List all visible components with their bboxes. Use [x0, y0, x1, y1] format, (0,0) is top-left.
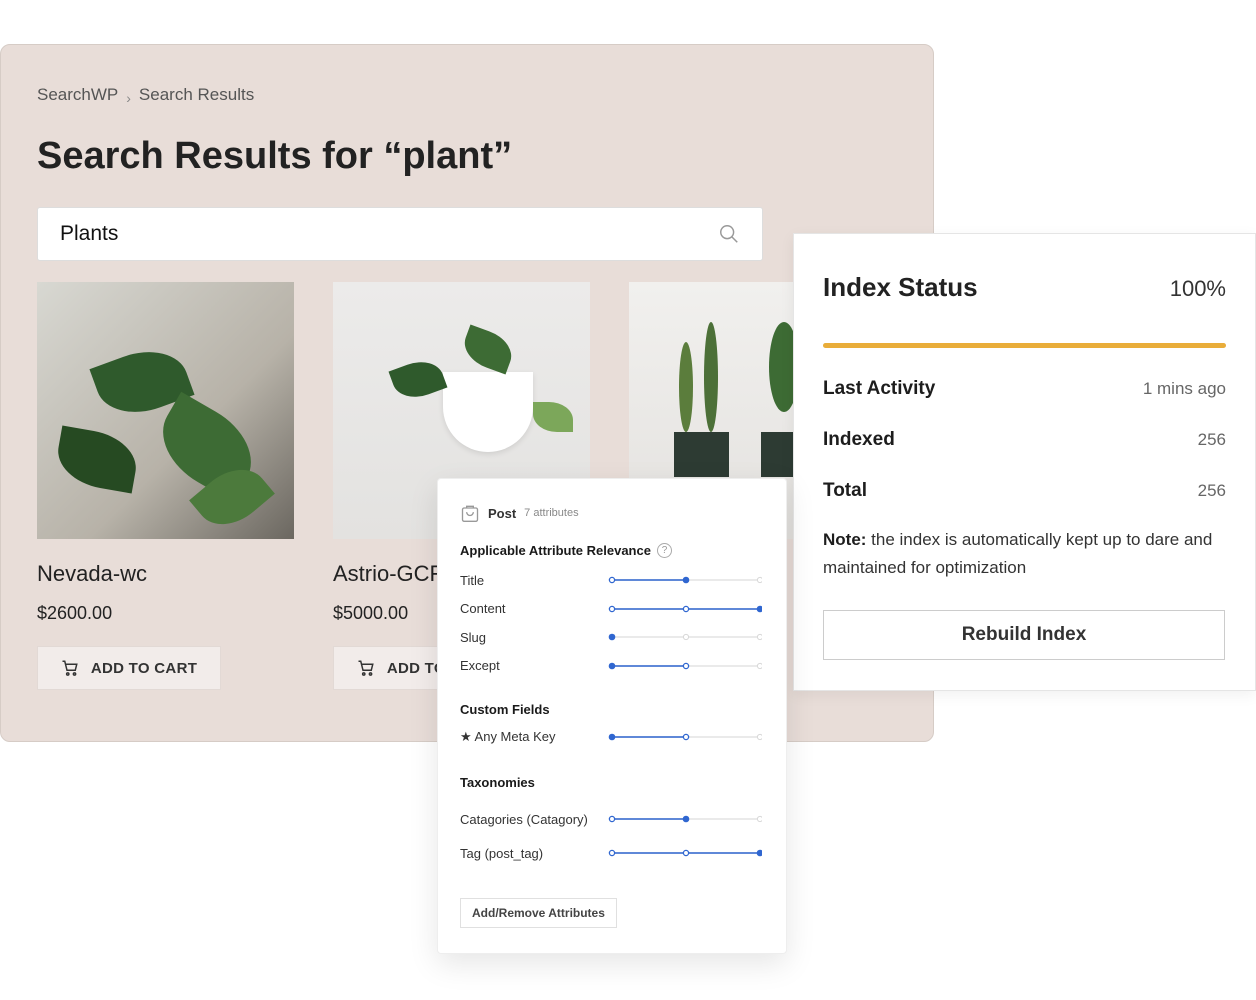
cart-icon — [358, 660, 374, 676]
product-price: $2600.00 — [37, 603, 113, 623]
slider-dot-off — [756, 733, 762, 741]
slider-dot-filled — [608, 662, 616, 670]
taxonomies-title: Taxonomies — [460, 775, 535, 790]
relevance-title: Applicable Attribute Relevance? — [460, 543, 764, 558]
chevron-right-icon: › — [126, 90, 131, 106]
index-progress-fill — [823, 343, 1226, 348]
add-remove-attributes-button[interactable]: Add/Remove Attributes — [460, 898, 617, 928]
slider-dot-filled — [756, 605, 762, 613]
relevance-slider[interactable] — [608, 848, 762, 858]
slider-dot-hollow — [682, 849, 690, 857]
index-percent: 100% — [1169, 276, 1226, 301]
slider-dot-hollow — [682, 733, 690, 741]
attribute-row: Title — [460, 566, 764, 595]
help-icon[interactable]: ? — [656, 543, 672, 558]
index-note: Note: the index is automatically kept up… — [823, 530, 1213, 577]
attribute-label: Tag (post_tag) — [460, 845, 544, 861]
status-row: Indexed 256 — [823, 429, 1226, 450]
slider-dot-off — [756, 634, 762, 641]
relevance-slider[interactable] — [608, 814, 762, 824]
slider-dot-off — [756, 815, 762, 823]
breadcrumb-searchwp[interactable]: SearchWP — [37, 85, 118, 105]
slider-dot-off — [756, 577, 762, 584]
slider-dot-off — [756, 662, 762, 669]
search-input[interactable]: Plants — [37, 207, 763, 261]
status-row: Total 256 — [823, 480, 1226, 501]
slider-dot-hollow — [608, 849, 616, 857]
attribute-count: 7 attributes — [524, 507, 579, 519]
slider-dot-filled — [608, 733, 616, 741]
slider-dot-filled — [682, 576, 690, 584]
relevance-slider[interactable] — [608, 661, 762, 671]
attribute-label: Except — [460, 658, 500, 674]
attribute-label: Slug — [460, 629, 487, 645]
rebuild-index-button[interactable]: Rebuild Index — [823, 610, 1225, 660]
index-progress-bar — [823, 343, 1226, 348]
slider-dot-hollow — [682, 605, 690, 612]
attribute-row: Except — [460, 652, 764, 681]
product-card: Nevada-wc $2600.00 ADD TO CART — [37, 282, 294, 690]
product-name[interactable]: Nevada-wc — [37, 561, 294, 587]
slider-dot-hollow — [608, 605, 616, 612]
cart-icon — [62, 660, 78, 676]
breadcrumb: SearchWP › Search Results — [37, 84, 254, 106]
page-title: Search Results for “plant” — [37, 135, 513, 177]
add-to-cart-button[interactable]: ADD TO CART — [37, 646, 221, 690]
attribute-label: Content — [460, 601, 506, 617]
slider-dot-hollow — [682, 662, 690, 669]
post-type-label: Post — [488, 505, 517, 521]
custom-fields-title: Custom Fields — [460, 702, 550, 717]
status-row: Last Activity 1 mins ago — [823, 378, 1226, 399]
attribute-relevance-panel: Post 7 attributes Applicable Attribute R… — [437, 478, 787, 954]
slider-dot-off — [682, 634, 690, 641]
relevance-slider[interactable] — [608, 732, 762, 742]
index-status-title: Index Status — [823, 272, 978, 302]
attribute-row: Content — [460, 595, 764, 624]
search-icon[interactable] — [718, 223, 740, 245]
slider-dot-filled — [756, 849, 762, 857]
attribute-label: Title — [460, 572, 485, 588]
attribute-row: ★ Any Meta Key — [460, 723, 764, 751]
index-status-panel: Index Status 100% Last Activity 1 mins ag… — [793, 233, 1256, 691]
attribute-row: Slug — [460, 623, 764, 652]
slider-dot-filled — [682, 815, 690, 823]
relevance-slider[interactable] — [608, 604, 762, 614]
slider-dot-filled — [608, 633, 616, 641]
slider-dot-hollow — [608, 577, 616, 584]
attribute-label: Catagories (Catagory) — [460, 811, 588, 827]
slider-dot-hollow — [608, 815, 616, 823]
relevance-slider[interactable] — [608, 575, 762, 585]
attribute-label: ★ Any Meta Key — [460, 729, 556, 744]
product-image[interactable] — [37, 282, 294, 539]
attribute-row: Tag (post_tag) — [460, 836, 764, 870]
post-bag-icon — [461, 505, 479, 522]
search-value: Plants — [60, 222, 119, 245]
breadcrumb-search-results: Search Results — [138, 85, 255, 104]
attribute-row: Catagories (Catagory) — [460, 802, 764, 836]
relevance-slider[interactable] — [608, 632, 762, 642]
